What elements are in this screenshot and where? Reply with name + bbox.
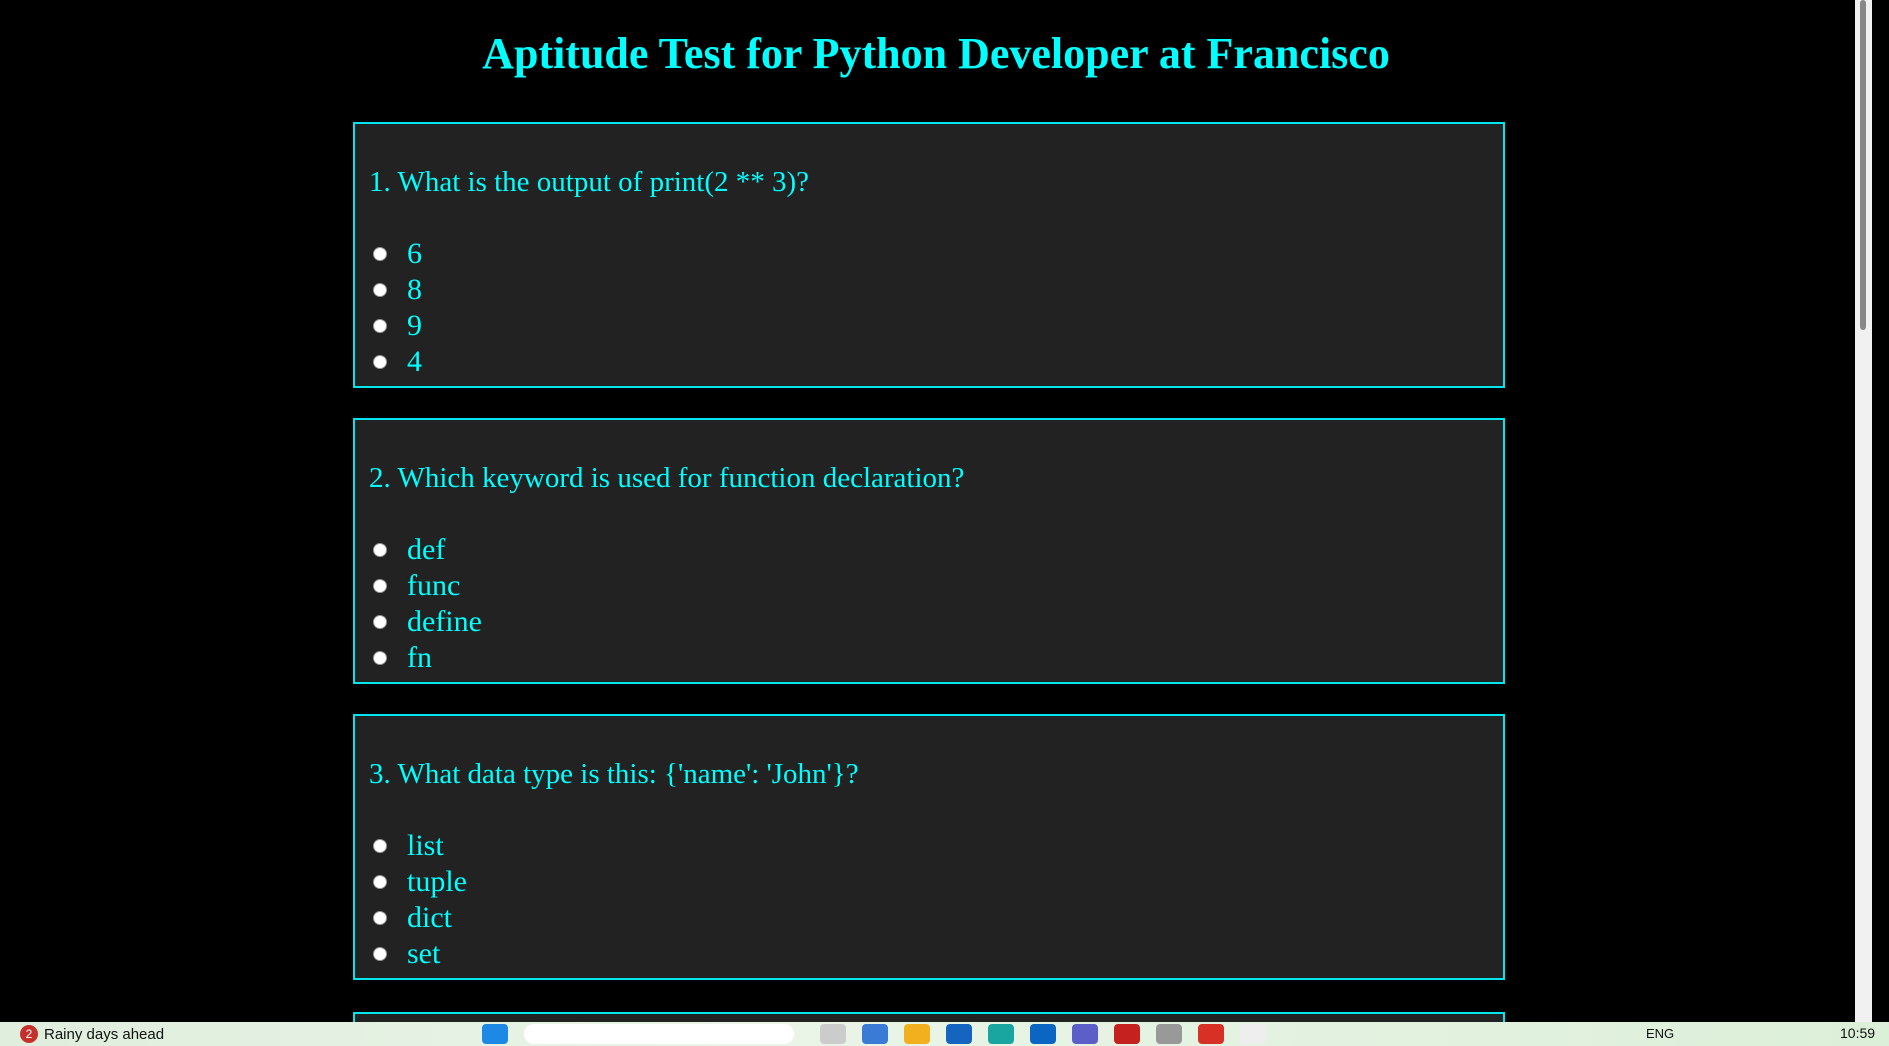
radio-button[interactable] (373, 543, 387, 557)
folder-icon[interactable] (904, 1024, 930, 1044)
radio-button[interactable] (373, 319, 387, 333)
browser-icon[interactable] (988, 1024, 1014, 1044)
option[interactable]: set (373, 936, 467, 972)
option-label: 6 (407, 237, 422, 270)
question-text: 3. What data type is this: {'name': 'Joh… (369, 758, 859, 790)
question-card: 1. What is the output of print(2 ** 3)? 6… (353, 122, 1505, 388)
question-card: 3. What data type is this: {'name': 'Joh… (353, 714, 1505, 980)
windows-start-icon[interactable] (482, 1024, 508, 1044)
gmail-icon[interactable] (1114, 1024, 1140, 1044)
option-label: 8 (407, 273, 422, 306)
option-label: dict (407, 901, 452, 934)
radio-button[interactable] (373, 839, 387, 853)
option[interactable]: list (373, 828, 467, 864)
weather-widget[interactable]: 2 Rainy days ahead (20, 1025, 164, 1043)
question-card-partial (353, 1012, 1505, 1022)
option[interactable]: 9 (373, 308, 422, 344)
option-label: func (407, 569, 461, 602)
option[interactable]: dict (373, 900, 467, 936)
file-explorer-icon[interactable] (820, 1024, 846, 1044)
option-label: set (407, 937, 441, 970)
teams-icon[interactable] (1072, 1024, 1098, 1044)
radio-button[interactable] (373, 651, 387, 665)
taskbar-icons (482, 1024, 1266, 1044)
option-label: tuple (407, 865, 467, 898)
clock[interactable]: 10:59 (1840, 1025, 1875, 1041)
option-label: def (407, 533, 446, 566)
question-card: 2. Which keyword is used for function de… (353, 418, 1505, 684)
option[interactable]: 8 (373, 272, 422, 308)
option[interactable]: tuple (373, 864, 467, 900)
radio-button[interactable] (373, 947, 387, 961)
scrollbar-thumb[interactable] (1860, 0, 1866, 330)
question-text: 2. Which keyword is used for function de… (369, 462, 965, 494)
option-label: 9 (407, 309, 422, 342)
page-title: Aptitude Test for Python Developer at Fr… (482, 29, 1390, 78)
option-label: list (407, 829, 444, 862)
chrome-icon[interactable] (1198, 1024, 1224, 1044)
page: Aptitude Test for Python Developer at Fr… (0, 0, 1872, 1022)
option-label: fn (407, 641, 432, 674)
option-label: define (407, 605, 482, 638)
radio-button[interactable] (373, 615, 387, 629)
radio-button[interactable] (373, 247, 387, 261)
document-icon[interactable] (1240, 1024, 1266, 1044)
store-icon[interactable] (946, 1024, 972, 1044)
option[interactable]: fn (373, 640, 482, 676)
radio-button[interactable] (373, 283, 387, 297)
radio-button[interactable] (373, 911, 387, 925)
database-icon[interactable] (1156, 1024, 1182, 1044)
question-text: 1. What is the output of print(2 ** 3)? (369, 166, 810, 198)
search-box[interactable] (524, 1024, 794, 1044)
outlook-icon[interactable] (1030, 1024, 1056, 1044)
edge-icon[interactable] (862, 1024, 888, 1044)
radio-button[interactable] (373, 875, 387, 889)
option[interactable]: 4 (373, 344, 422, 380)
language-indicator[interactable]: ENG (1646, 1026, 1674, 1041)
option[interactable]: define (373, 604, 482, 640)
option[interactable]: func (373, 568, 482, 604)
weather-text: Rainy days ahead (44, 1025, 165, 1043)
option-label: 4 (407, 345, 422, 378)
weather-badge: 2 (20, 1025, 38, 1043)
scrollbar[interactable] (1855, 0, 1872, 1022)
taskbar: 2 Rainy days ahead ENG 10:59 (0, 1022, 1889, 1046)
radio-button[interactable] (373, 355, 387, 369)
radio-button[interactable] (373, 579, 387, 593)
option[interactable]: 6 (373, 236, 422, 272)
option[interactable]: def (373, 532, 482, 568)
